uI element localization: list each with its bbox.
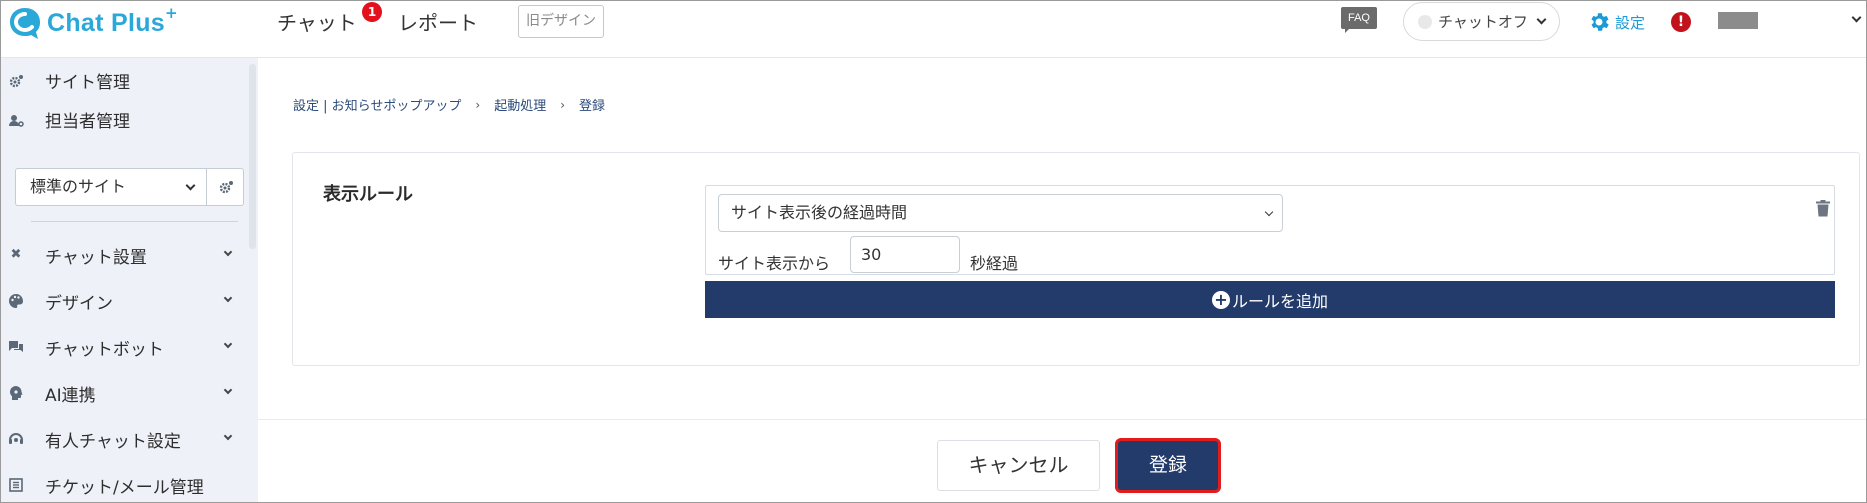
sidebar-item-label: 有人チャット設定 bbox=[45, 431, 181, 452]
sidebar-item-label: チャット設置 bbox=[45, 247, 147, 268]
palette-icon bbox=[9, 294, 23, 308]
rule-row: サイト表示後の経過時間 サイト表示から 30 秒経過 bbox=[705, 185, 1835, 275]
gear-icon bbox=[219, 181, 233, 194]
breadcrumb-startup[interactable]: 起動処理 bbox=[494, 95, 546, 114]
alert-icon[interactable]: ! bbox=[1671, 12, 1691, 32]
status-dot-icon bbox=[1418, 14, 1432, 29]
elapsed-seconds-input[interactable]: 30 bbox=[850, 236, 960, 273]
ticket-icon bbox=[9, 478, 23, 492]
rule-type-select[interactable]: サイト表示後の経過時間 bbox=[718, 194, 1283, 232]
plus-circle-icon: + bbox=[1211, 290, 1230, 309]
settings-link[interactable]: 設定 bbox=[1587, 10, 1645, 34]
operator-icon bbox=[9, 433, 23, 444]
user-name-redacted[interactable] bbox=[1718, 12, 1758, 29]
logo-chat-icon bbox=[10, 8, 40, 39]
breadcrumb-separator: › bbox=[560, 97, 566, 112]
add-rule-label: ルールを追加 bbox=[1231, 291, 1328, 311]
sidebar-divider bbox=[31, 221, 238, 222]
breadcrumb-separator: › bbox=[475, 97, 481, 112]
sidebar-item-ticket-mail[interactable]: チケット/メール管理 bbox=[1, 465, 246, 502]
chat-status-label: チャットオフ bbox=[1438, 13, 1528, 31]
nav-chat[interactable]: チャット bbox=[277, 7, 357, 36]
chevron-down-icon bbox=[1264, 207, 1274, 217]
chat-notification-badge: 1 bbox=[362, 2, 382, 22]
chevron-down-icon bbox=[223, 385, 233, 395]
logo[interactable]: Chat Plus + bbox=[7, 4, 178, 41]
site-select-value: 標準のサイト bbox=[30, 177, 127, 196]
chat-status-dropdown[interactable]: チャットオフ bbox=[1403, 2, 1560, 41]
faq-icon-tail bbox=[1345, 27, 1351, 33]
tools-icon: ✖ bbox=[10, 247, 22, 262]
sidebar-item-label: チケット/メール管理 bbox=[45, 477, 204, 498]
user-gear-icon bbox=[9, 115, 24, 127]
sidebar-item-staff-management[interactable]: 担当者管理 bbox=[1, 99, 246, 139]
footer-divider bbox=[258, 419, 1866, 420]
old-design-button[interactable]: 旧デザイン bbox=[518, 5, 604, 38]
sidebar-item-label: 担当者管理 bbox=[45, 111, 130, 132]
chevron-down-icon bbox=[223, 247, 233, 257]
rule-suffix-label: 秒経過 bbox=[970, 254, 1019, 273]
top-header: Chat Plus + チャット 1 レポート 旧デザイン FAQ チャットオフ… bbox=[1, 1, 1866, 58]
add-rule-button[interactable]: + ルールを追加 bbox=[705, 281, 1835, 318]
sidebar-item-chatbot[interactable]: チャットボット bbox=[1, 327, 246, 367]
breadcrumb-current: 登録 bbox=[579, 99, 606, 114]
cancel-button[interactable]: キャンセル bbox=[937, 440, 1100, 491]
gear-icon bbox=[1591, 13, 1609, 31]
sidebar-item-label: デザイン bbox=[45, 293, 113, 314]
sidebar-item-ai[interactable]: AI連携 bbox=[1, 373, 246, 413]
site-settings-button[interactable] bbox=[206, 168, 244, 206]
faq-button[interactable]: FAQ bbox=[1341, 7, 1377, 35]
settings-label: 設定 bbox=[1615, 13, 1646, 32]
logo-text: Chat Plus bbox=[47, 8, 165, 37]
sidebar: サイト管理 担当者管理 標準のサイト ✖ チャット設置 デザイン チャットボット… bbox=[1, 58, 258, 502]
chevron-down-icon bbox=[223, 339, 233, 349]
display-rule-card: 表示ルール サイト表示後の経過時間 サイト表示から 30 秒経過 + ルールを追… bbox=[292, 152, 1860, 366]
register-button[interactable]: 登録 bbox=[1115, 438, 1221, 493]
rule-type-value: サイト表示後の経過時間 bbox=[731, 203, 908, 222]
user-menu-chevron-icon[interactable] bbox=[1851, 12, 1862, 23]
site-select[interactable]: 標準のサイト bbox=[15, 168, 207, 206]
ai-head-icon bbox=[10, 386, 23, 400]
sidebar-item-label: AI連携 bbox=[45, 385, 96, 406]
breadcrumb-settings-popup[interactable]: 設定 | お知らせポップアップ bbox=[293, 95, 461, 114]
chat-bubbles-icon bbox=[9, 341, 23, 352]
logo-plus: + bbox=[165, 4, 178, 22]
sidebar-scrollbar[interactable] bbox=[249, 64, 256, 249]
sidebar-item-operator-chat[interactable]: 有人チャット設定 bbox=[1, 419, 246, 459]
chevron-down-icon bbox=[185, 180, 196, 191]
sidebar-item-design[interactable]: デザイン bbox=[1, 281, 246, 321]
chevron-down-icon bbox=[223, 431, 233, 441]
trash-icon[interactable] bbox=[1816, 200, 1830, 217]
card-title: 表示ルール bbox=[323, 184, 413, 205]
chevron-down-icon bbox=[1536, 14, 1547, 25]
sidebar-item-chat-install[interactable]: ✖ チャット設置 bbox=[1, 235, 246, 275]
sidebar-item-site-management[interactable]: サイト管理 bbox=[1, 60, 246, 100]
gear-icon bbox=[9, 75, 23, 88]
app-window: Chat Plus + チャット 1 レポート 旧デザイン FAQ チャットオフ… bbox=[0, 0, 1867, 503]
sidebar-item-label: チャットボット bbox=[45, 339, 164, 360]
chevron-down-icon bbox=[223, 293, 233, 303]
faq-icon: FAQ bbox=[1341, 7, 1377, 29]
breadcrumb: 設定 | お知らせポップアップ › 起動処理 › 登録 bbox=[293, 95, 606, 115]
sidebar-item-label: サイト管理 bbox=[45, 72, 130, 93]
nav-report[interactable]: レポート bbox=[398, 7, 478, 36]
main-content: 設定 | お知らせポップアップ › 起動処理 › 登録 表示ルール サイト表示後… bbox=[258, 58, 1866, 502]
rule-prefix-label: サイト表示から bbox=[718, 254, 831, 273]
